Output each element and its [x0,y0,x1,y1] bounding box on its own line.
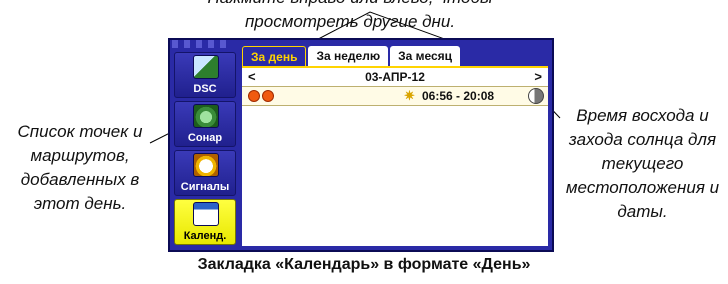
dsc-icon [193,55,219,79]
sidebar-item-label: Сонар [187,132,223,144]
fish-icon [248,90,260,102]
tab-day[interactable]: За день [242,46,307,67]
calendar-icon [193,202,219,226]
next-day-arrow[interactable]: > [534,69,542,84]
callout-waypoints: Список точек и маршрутов, добавленных в … [17,122,143,213]
sunrise-sunset-times: 06:56 - 20:08 [422,89,495,103]
sidebar-item-label: Сигналы [180,181,230,193]
sun-times-row: ✷ 06:56 - 20:08 [242,86,548,106]
tab-bar: За день За неделю За месяц [242,46,548,67]
current-date: 03-АПР-12 [365,70,425,84]
sidebar-item-alarms[interactable]: Сигналы [174,150,236,196]
day-view: < 03-АПР-12 > ✷ 06:56 - 20:08 [242,66,548,246]
calendar-panel: За день За неделю За месяц < 03-АПР-12 >… [242,46,548,246]
figure-caption: Закладка «Календарь» в формате «День» [197,256,531,273]
callout-top: Нажмите вправо или влево, чтобы просмотр… [208,0,493,31]
alarm-clock-icon [193,153,219,177]
sidebar-item-dsc[interactable]: DSC [174,52,236,98]
sun-icon: ✷ [404,88,415,103]
sonar-icon [193,104,219,128]
screen-decoration [172,40,228,48]
tab-week[interactable]: За неделю [308,46,389,66]
callout-sun-times: Время восхода и захода солнца для текуще… [565,106,720,221]
sidebar-item-sonar[interactable]: Сонар [174,101,236,147]
sidebar: DSC Сонар Сигналы Календ. [174,52,236,248]
moon-phase-icon [528,88,544,104]
device-screen: DSC Сонар Сигналы Календ. За день За нед… [168,38,554,252]
fish-icon [262,90,274,102]
sidebar-item-label: DSC [193,83,217,95]
sidebar-item-calendar[interactable]: Календ. [174,199,236,245]
date-row: < 03-АПР-12 > [242,68,548,86]
sidebar-item-label: Календ. [183,230,227,242]
fishing-icons [248,90,276,102]
tab-month[interactable]: За месяц [390,46,461,66]
